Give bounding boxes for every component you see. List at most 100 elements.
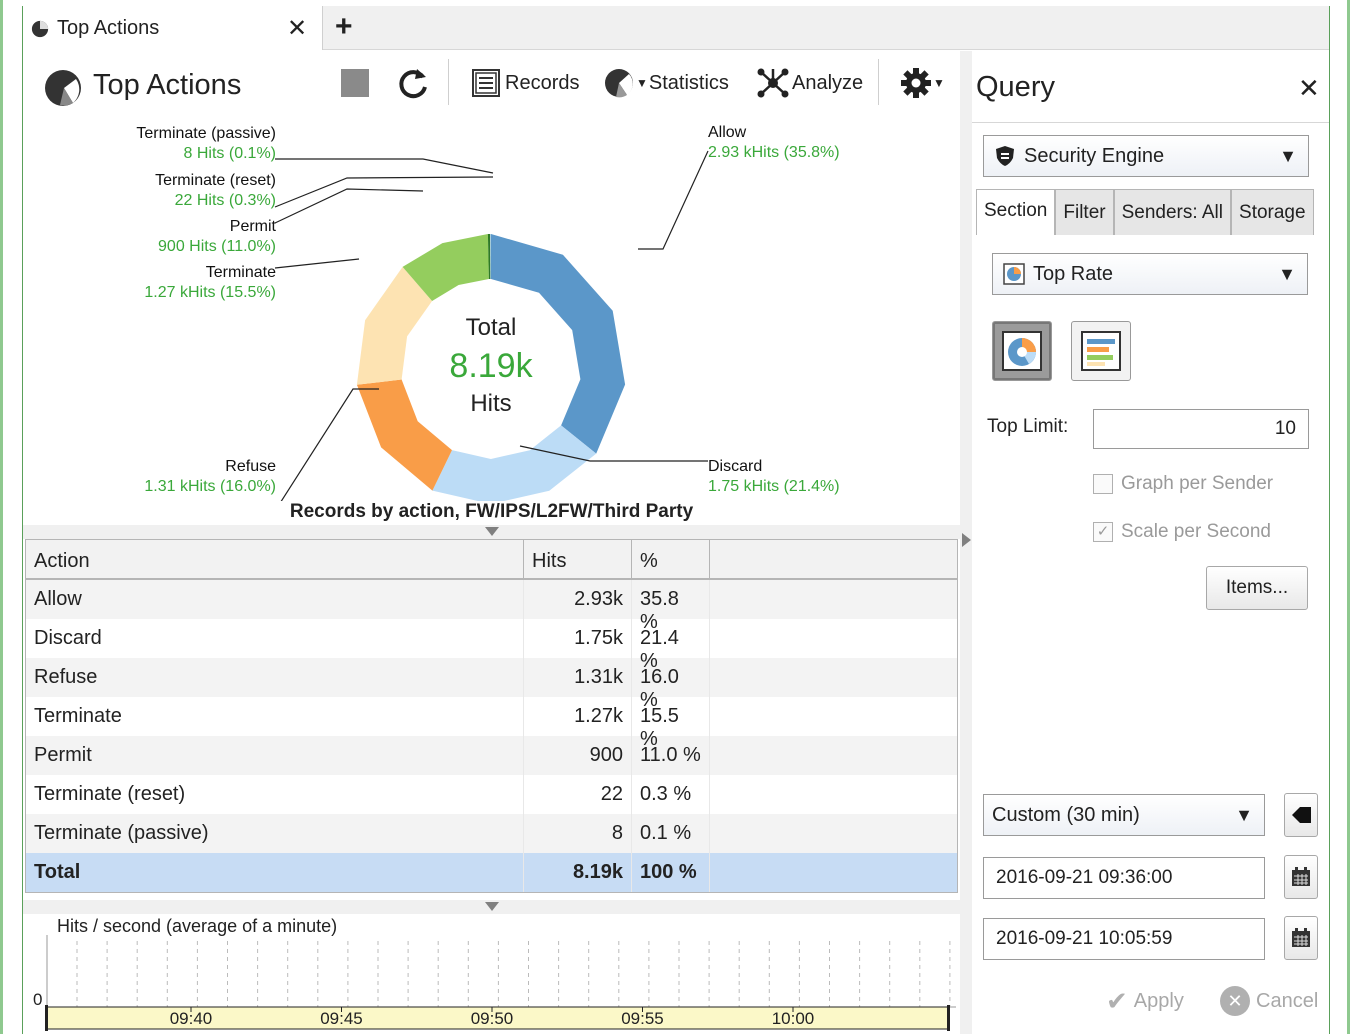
table-timeline-splitter[interactable] xyxy=(23,900,960,914)
panel-title: Top Actions xyxy=(93,69,242,101)
start-calendar-button[interactable] xyxy=(1284,855,1318,899)
checkbox-icon xyxy=(1093,474,1113,494)
callout-value: 2.93 kHits (35.8%) xyxy=(708,144,840,161)
analyze-button[interactable]: Analyze xyxy=(756,63,863,103)
timeline-plot: 09:40 09:45 09:50 09:55 10:00 xyxy=(45,935,956,1031)
time-range-select[interactable]: Custom (30 min) ▼ xyxy=(983,794,1265,836)
cell-hits: 1.31k xyxy=(524,658,632,697)
column-header-action[interactable]: Action xyxy=(26,540,524,578)
callout-value: 22 Hits (0.3%) xyxy=(174,192,276,209)
tab-section[interactable]: Section xyxy=(976,189,1056,235)
table-row[interactable]: Refuse 1.31k 16.0 % xyxy=(26,658,957,711)
report-panel: Top Actions Records ▼ Statistics Analyze… xyxy=(23,51,960,1034)
scale-per-second-checkbox[interactable]: ✓ Scale per Second xyxy=(1093,521,1271,543)
query-panel: Query ✕ Security Engine ▼ Section Filter… xyxy=(972,51,1329,1034)
cell-percent: 15.5 % xyxy=(632,697,710,750)
arrow-left-icon xyxy=(1292,807,1311,823)
actions-table: Action Hits % Allow 2.93k 35.8 % Discard 1.7… xyxy=(25,539,958,893)
expand-arrow-icon xyxy=(962,533,971,547)
cell-action: Discard xyxy=(26,619,524,658)
leader-line-refuse xyxy=(280,388,379,501)
cell-action: Terminate (reset) xyxy=(26,775,524,814)
range-handle-end[interactable] xyxy=(947,1005,950,1031)
checkmark-icon: ✓ xyxy=(1093,522,1113,542)
tab-filter[interactable]: Filter xyxy=(1055,189,1114,235)
cancel-button[interactable]: ✕ Cancel xyxy=(1220,986,1318,1016)
stop-icon xyxy=(341,69,369,97)
table-row[interactable]: Permit 900 11.0 % xyxy=(26,736,957,775)
range-handle-start[interactable] xyxy=(45,1005,48,1031)
leader-line-terminate xyxy=(274,258,360,269)
shield-icon xyxy=(996,146,1014,166)
cell-hits: 8.19k xyxy=(524,853,632,892)
top-limit-input[interactable]: 10 xyxy=(1093,409,1309,449)
bar-view-button[interactable] xyxy=(1071,321,1131,381)
cell-empty xyxy=(710,853,957,892)
pie-view-button[interactable] xyxy=(992,321,1052,381)
cell-action: Permit xyxy=(26,736,524,775)
table-row[interactable]: Discard 1.75k 21.4 % xyxy=(26,619,957,672)
query-title: Query xyxy=(976,71,1055,103)
cell-hits: 900 xyxy=(524,736,632,775)
donut-slice-discard[interactable] xyxy=(432,425,597,501)
refresh-button[interactable] xyxy=(395,63,431,103)
cell-action: Allow xyxy=(26,580,524,619)
graph-per-sender-checkbox[interactable]: Graph per Sender xyxy=(1093,473,1273,495)
tab-storage[interactable]: Storage xyxy=(1231,189,1314,235)
start-time-input[interactable]: 2016-09-21 09:36:00 xyxy=(983,857,1265,899)
callout-refuse: Refuse 1.31 kHits (16.0%) xyxy=(144,457,276,497)
chart-title: Records by action, FW/IPS/L2FW/Third Par… xyxy=(289,501,694,522)
tab-top-actions[interactable]: Top Actions ✕ xyxy=(23,6,323,50)
cell-hits: 22 xyxy=(524,775,632,814)
statistics-button[interactable]: ▼ Statistics xyxy=(603,63,729,103)
query-tabs: Section Filter Senders: All Storage xyxy=(976,189,1314,235)
add-tab-button[interactable]: + xyxy=(335,10,353,44)
chevron-down-icon: ▼ xyxy=(1235,804,1253,825)
column-header-hits[interactable]: Hits xyxy=(524,540,632,578)
engine-select[interactable]: Security Engine ▼ xyxy=(983,135,1309,177)
close-tab-icon[interactable]: ✕ xyxy=(287,14,307,43)
donut-center-top: Total xyxy=(466,314,517,341)
section-select[interactable]: Top Rate ▼ xyxy=(992,253,1308,295)
cancel-icon: ✕ xyxy=(1220,986,1250,1016)
collapse-arrow-icon xyxy=(485,902,499,911)
donut-center-value: 8.19k xyxy=(449,347,533,385)
end-calendar-button[interactable] xyxy=(1284,916,1318,960)
items-button[interactable]: Items... xyxy=(1206,566,1308,610)
time-range-value: Custom (30 min) xyxy=(992,803,1140,826)
cell-empty xyxy=(710,814,957,853)
pie-chart-icon xyxy=(1002,331,1042,371)
settings-button[interactable]: ▼ xyxy=(899,63,945,103)
table-total-row[interactable]: Total 8.19k 100 % xyxy=(26,853,957,892)
donut-slice-allow[interactable] xyxy=(491,234,626,454)
stop-button[interactable] xyxy=(341,63,369,103)
chart-table-splitter[interactable] xyxy=(23,525,960,539)
cell-action: Terminate xyxy=(26,697,524,736)
table-row[interactable]: Terminate 1.27k 15.5 % xyxy=(26,697,957,750)
cell-percent: 0.1 % xyxy=(632,814,710,853)
engine-select-value: Security Engine xyxy=(1024,144,1165,167)
chevron-down-icon: ▼ xyxy=(1278,263,1296,284)
tab-senders[interactable]: Senders: All xyxy=(1113,189,1232,235)
table-row[interactable]: Allow 2.93k 35.8 % xyxy=(26,580,957,633)
cell-percent: 100 % xyxy=(632,853,710,892)
analyze-network-icon xyxy=(757,68,789,98)
cell-percent: 0.3 % xyxy=(632,775,710,814)
callout-name: Refuse xyxy=(225,458,276,475)
close-query-icon[interactable]: ✕ xyxy=(1298,73,1320,104)
callout-terminate-reset: Terminate (reset) 22 Hits (0.3%) xyxy=(155,171,276,211)
end-time-input[interactable]: 2016-09-21 10:05:59 xyxy=(983,918,1265,960)
tab-label: Top Actions xyxy=(57,17,160,39)
table-row[interactable]: Terminate (reset) 22 0.3 % xyxy=(26,775,957,814)
previous-range-button[interactable] xyxy=(1284,793,1318,837)
apply-button[interactable]: ✔ Apply xyxy=(1106,986,1184,1017)
records-button[interactable]: Records xyxy=(470,63,579,103)
table-row[interactable]: Terminate (passive) 8 0.1 % xyxy=(26,814,957,853)
query-panel-splitter[interactable] xyxy=(960,51,972,1034)
graph-per-sender-label: Graph per Sender xyxy=(1121,473,1274,494)
toolbar-separator xyxy=(878,59,879,105)
chevron-down-icon: ▼ xyxy=(1279,145,1297,166)
donut-slice-refuse[interactable] xyxy=(356,379,452,491)
column-header-percent[interactable]: % xyxy=(632,540,710,578)
query-divider xyxy=(972,122,1329,123)
